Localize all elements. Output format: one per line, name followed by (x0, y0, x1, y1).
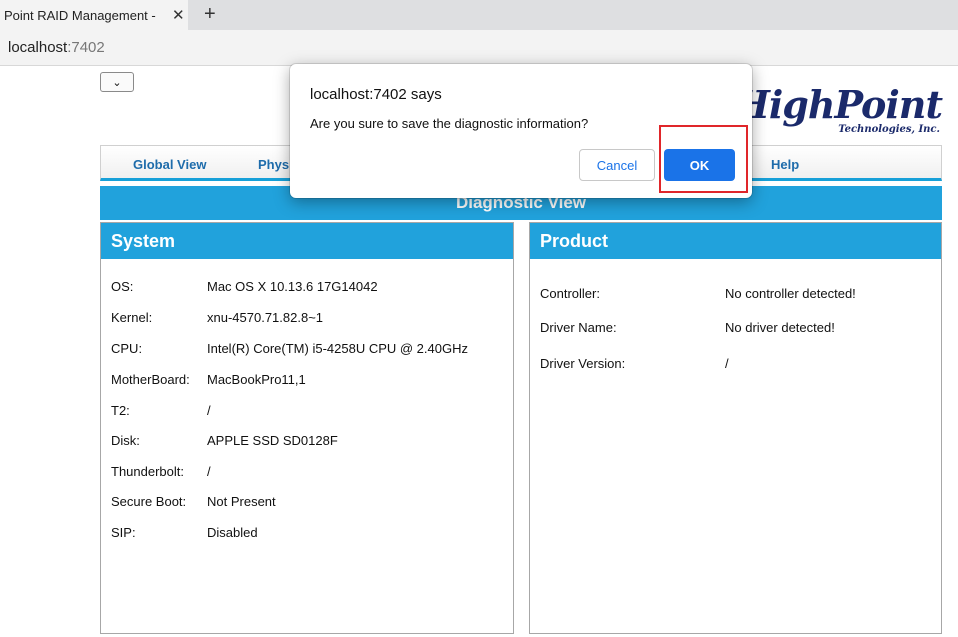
system-label: Secure Boot: (111, 494, 187, 509)
system-label: Disk: (111, 433, 140, 448)
system-value: xnu-4570.71.82.8~1 (207, 310, 324, 325)
product-label: Driver Version: (540, 356, 626, 371)
nav-help[interactable]: Help (771, 157, 799, 172)
dialog-message: Are you sure to save the diagnostic info… (310, 116, 589, 131)
system-label: Thunderbolt: (111, 464, 184, 479)
system-label: T2: (111, 403, 130, 418)
system-label: SIP: (111, 525, 136, 540)
product-value: No driver detected! (725, 320, 835, 335)
dialog-title: localhost:7402 says (310, 86, 442, 103)
address-bar[interactable]: localhost:7402 (0, 30, 958, 66)
close-tab-icon[interactable]: ✕ (172, 6, 185, 24)
nav-global-view[interactable]: Global View (133, 157, 206, 172)
system-label: OS: (111, 279, 134, 294)
nav-physical[interactable]: Physi (258, 157, 293, 172)
system-label: MotherBoard: (111, 372, 190, 387)
system-value: / (207, 464, 211, 479)
system-value: Not Present (207, 494, 276, 509)
screen: Point RAID Management - ✕ + localhost:74… (0, 0, 958, 637)
ok-highlight-box (659, 125, 748, 193)
product-label: Controller: (540, 286, 600, 301)
url-port: :7402 (67, 39, 105, 56)
product-value: / (725, 356, 729, 371)
browser-tab[interactable]: Point RAID Management - ✕ (0, 0, 188, 30)
system-value: Mac OS X 10.13.6 17G14042 (207, 279, 378, 294)
system-panel-title: System (111, 231, 176, 251)
system-label: Kernel: (111, 310, 153, 325)
tab-title: Point RAID Management - (4, 7, 156, 23)
product-panel-header: Product (530, 223, 941, 259)
product-label: Driver Name: (540, 320, 617, 335)
system-panel: System OS: Mac OS X 10.13.6 17G14042 Ker… (100, 222, 514, 634)
new-tab-icon[interactable]: + (204, 3, 216, 26)
system-value: Disabled (207, 525, 258, 540)
product-value: No controller detected! (725, 286, 856, 301)
logo-wordmark: HighPoint (733, 82, 943, 127)
highpoint-logo: HighPoint Technologies, Inc. (734, 82, 948, 138)
system-value: MacBookPro11,1 (207, 372, 306, 387)
system-panel-header: System (101, 223, 513, 259)
url-host: localhost (8, 39, 68, 56)
product-panel-title: Product (540, 231, 609, 251)
language-select[interactable]: ⌄ (100, 72, 134, 92)
chevron-down-icon: ⌄ (112, 76, 122, 89)
cancel-button[interactable]: Cancel (579, 149, 655, 181)
logo-subtitle: Technologies, Inc. (838, 124, 940, 135)
browser-tab-strip: Point RAID Management - ✕ + (0, 0, 958, 30)
product-panel: Product Controller: No controller detect… (529, 222, 942, 634)
system-label: CPU: (111, 341, 143, 356)
system-value: Intel(R) Core(TM) i5-4258U CPU @ 2.40GHz (207, 341, 468, 356)
system-value: APPLE SSD SD0128F (207, 433, 338, 448)
system-value: / (207, 403, 211, 418)
